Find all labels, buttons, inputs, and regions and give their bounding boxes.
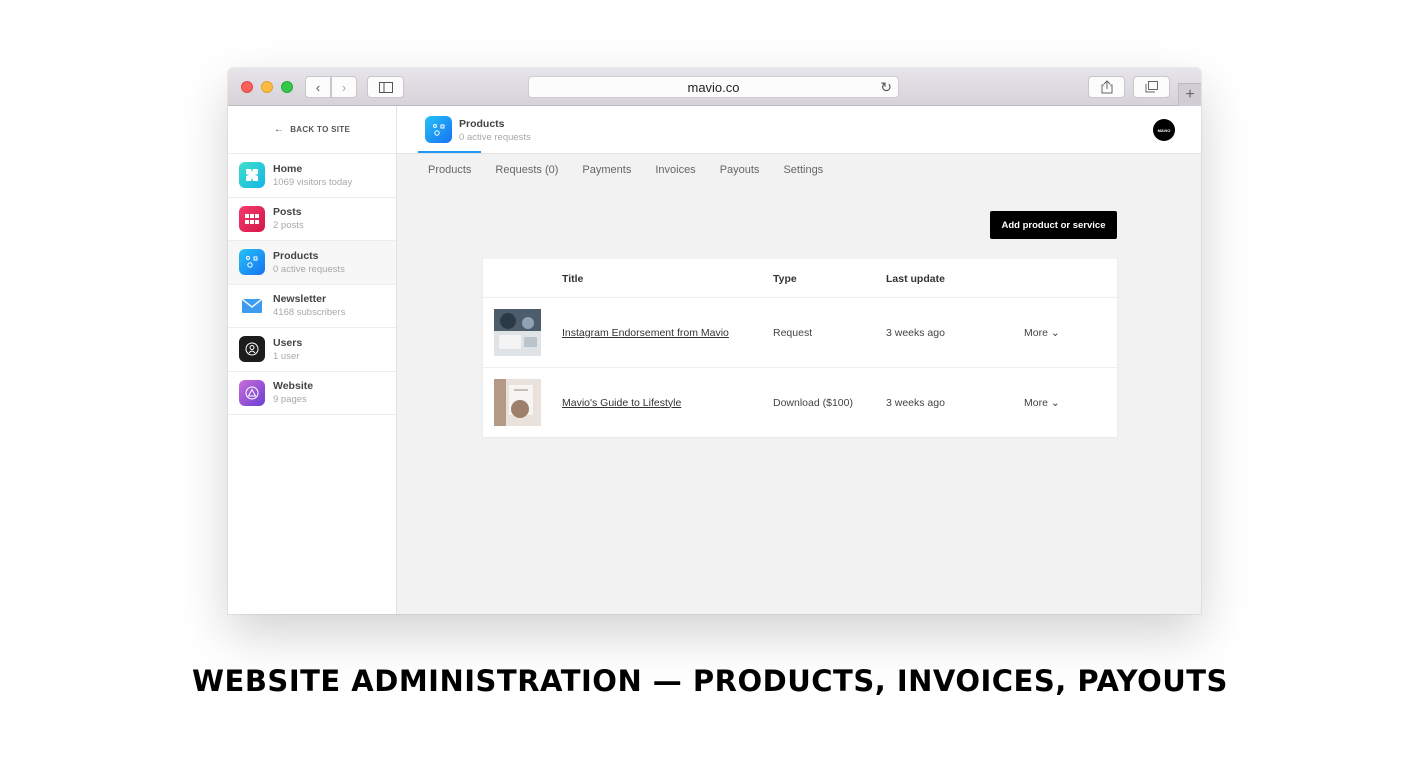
chevron-left-icon: ‹: [315, 79, 321, 95]
sidebar-item-title: Home: [273, 162, 303, 175]
minimize-window-button[interactable]: [261, 81, 273, 93]
sidebar-item-subtitle: 9 pages: [273, 394, 307, 406]
close-window-button[interactable]: [241, 81, 253, 93]
show-tabs-button[interactable]: [1133, 76, 1170, 98]
plus-icon: +: [1185, 86, 1195, 103]
tab-invoices[interactable]: Invoices: [655, 164, 695, 176]
page-subtitle: 0 active requests: [459, 132, 531, 143]
tab-payments[interactable]: Payments: [582, 164, 631, 176]
column-header-title: Title: [562, 273, 584, 285]
browser-toolbar: ‹ › mavio.co ↻ +: [228, 68, 1201, 106]
table-row: Instagram Endorsement from Mavio Request…: [483, 298, 1117, 368]
products-header-icon: [425, 116, 452, 143]
tabs-icon: [1145, 81, 1158, 93]
new-tab-button[interactable]: +: [1178, 83, 1201, 106]
more-dropdown[interactable]: More ⌄: [1024, 327, 1060, 339]
sidebar-item-subtitle: 4168 subscribers: [273, 307, 346, 319]
page-caption: WEBSITE ADMINISTRATION — PRODUCTS, INVOI…: [192, 664, 1228, 698]
sidebar-item-website[interactable]: Website 9 pages: [228, 372, 396, 415]
users-app-icon: [239, 336, 265, 363]
sidebar-item-title: Posts: [273, 206, 302, 219]
back-to-site-link[interactable]: ← BACK TO SITE: [228, 106, 396, 154]
tab-products[interactable]: Products: [428, 164, 471, 176]
sidebar-item-newsletter[interactable]: Newsletter 4168 subscribers: [228, 285, 396, 328]
section-tabs: Products Requests (0) Payments Invoices …: [428, 164, 847, 176]
chevron-right-icon: ›: [341, 79, 347, 95]
sidebar-item-subtitle: 1069 visitors today: [273, 176, 353, 188]
sidebar-item-products[interactable]: Products 0 active requests: [228, 241, 396, 285]
sidebar-toggle-button[interactable]: [367, 76, 404, 98]
page-header: Products 0 active requests MAVIO: [397, 106, 1201, 154]
product-title-link[interactable]: Instagram Endorsement from Mavio: [562, 327, 729, 339]
product-thumbnail: [494, 309, 541, 356]
url-text: mavio.co: [687, 79, 740, 95]
tab-requests[interactable]: Requests (0): [495, 164, 558, 176]
sidebar-item-home[interactable]: Home 1069 visitors today: [228, 154, 396, 198]
back-button[interactable]: ‹: [305, 76, 331, 98]
posts-app-icon: [239, 205, 265, 232]
sidebar-icon: [378, 81, 393, 93]
address-bar[interactable]: mavio.co ↻: [528, 76, 899, 98]
tab-settings[interactable]: Settings: [783, 164, 823, 176]
tab-payouts[interactable]: Payouts: [720, 164, 760, 176]
product-last-update: 3 weeks ago: [886, 396, 945, 409]
reload-icon[interactable]: ↻: [880, 79, 892, 96]
column-header-type: Type: [773, 273, 797, 285]
sidebar-item-title: Users: [273, 336, 303, 349]
home-app-icon: [239, 162, 265, 189]
newsletter-app-icon: [239, 292, 265, 319]
product-type: Download ($100): [773, 396, 853, 409]
sidebar-item-title: Newsletter: [273, 293, 327, 306]
product-type: Request: [773, 327, 813, 339]
add-product-button[interactable]: Add product or service: [990, 211, 1117, 239]
sidebar-item-subtitle: 1 user: [273, 350, 300, 362]
arrow-left-icon: ←: [273, 124, 285, 135]
share-icon: [1101, 80, 1112, 94]
back-to-site-label: BACK TO SITE: [290, 125, 351, 134]
zoom-window-button[interactable]: [281, 81, 293, 93]
sidebar-item-title: Website: [273, 380, 314, 393]
sidebar-item-subtitle: 2 posts: [273, 220, 304, 232]
more-dropdown[interactable]: More ⌄: [1024, 397, 1060, 409]
product-title-link[interactable]: Mavio's Guide to Lifestyle: [562, 397, 681, 409]
product-thumbnail: [494, 378, 541, 426]
browser-window: ‹ › mavio.co ↻ + ← BACK TO SITE Home 106…: [228, 68, 1201, 614]
page-title: Products: [459, 118, 505, 130]
product-last-update: 3 weeks ago: [886, 327, 945, 339]
website-app-icon: [239, 379, 265, 406]
column-header-last-update: Last update: [886, 273, 945, 285]
products-app-icon: [239, 249, 265, 276]
active-header-indicator: [418, 151, 481, 153]
sidebar-item-title: Products: [273, 249, 319, 262]
forward-button[interactable]: ›: [331, 76, 357, 98]
sidebar: ← BACK TO SITE Home 1069 visitors today …: [228, 106, 397, 614]
sidebar-item-subtitle: 0 active requests: [273, 263, 345, 275]
table-header: Title Type Last update: [483, 259, 1117, 298]
table-row: Mavio's Guide to Lifestyle Download ($10…: [483, 368, 1117, 438]
products-table: Title Type Last update Instagram Endorse…: [483, 259, 1117, 437]
share-button[interactable]: [1088, 76, 1125, 98]
avatar[interactable]: MAVIO: [1153, 119, 1175, 141]
sidebar-item-users[interactable]: Users 1 user: [228, 328, 396, 372]
sidebar-item-posts[interactable]: Posts 2 posts: [228, 198, 396, 241]
